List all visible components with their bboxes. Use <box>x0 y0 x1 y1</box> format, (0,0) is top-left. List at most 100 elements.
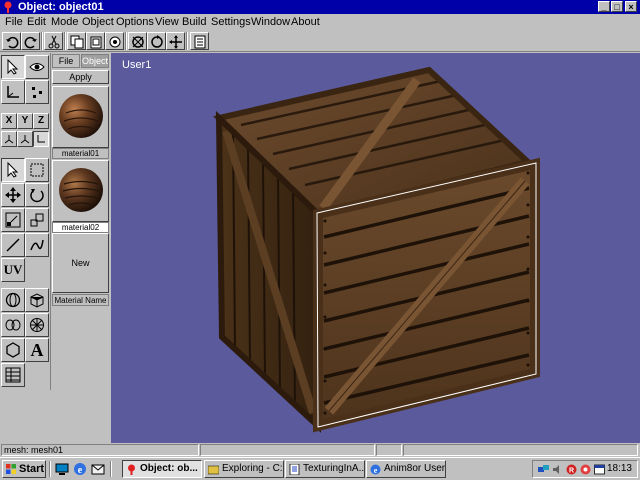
scheduler-tray-icon[interactable] <box>594 464 605 475</box>
status-cell-4 <box>403 444 638 456</box>
point-tool[interactable] <box>25 80 49 104</box>
volume-tray-icon[interactable] <box>552 464 563 475</box>
menu-about[interactable]: About <box>291 16 320 28</box>
coord-mode-1[interactable] <box>1 131 17 147</box>
menu-window[interactable]: Window <box>251 16 290 28</box>
task-anim8or-user[interactable]: e Anim8or User'... <box>366 460 446 478</box>
redo-icon <box>24 36 37 49</box>
arrow-icon <box>7 162 19 178</box>
tab-object[interactable]: Object <box>81 54 109 68</box>
tab-file[interactable]: File <box>52 54 80 68</box>
select-tool[interactable] <box>1 158 25 182</box>
nonuniform-scale-tool[interactable] <box>25 208 49 232</box>
ie-quicklaunch-icon[interactable]: e <box>73 462 87 476</box>
menu-mode[interactable]: Mode <box>51 16 79 28</box>
rotate-view-button[interactable] <box>147 32 166 50</box>
select-all-button[interactable] <box>128 32 147 50</box>
scale-tool[interactable] <box>1 208 25 232</box>
material-panel: File Object Apply material01 material02 … <box>50 53 110 390</box>
axis-tool[interactable] <box>1 80 25 104</box>
drag-select-tool[interactable] <box>25 158 49 182</box>
toolbar-separator <box>64 32 66 50</box>
axes-small-icon <box>20 135 30 144</box>
minimize-button[interactable]: _ <box>598 1 610 12</box>
coord-mode-3[interactable] <box>33 131 49 147</box>
menu-bar: File Edit Mode Object Options View Build… <box>0 14 640 30</box>
line-tool[interactable] <box>1 233 25 257</box>
cylinder-primitive-tool[interactable] <box>1 313 25 337</box>
antivirus-tray-icon[interactable]: R <box>566 464 577 475</box>
explorer-icon <box>208 465 219 475</box>
task-texturing[interactable]: TexturingInA... <box>285 460 365 478</box>
properties-button[interactable] <box>190 32 209 50</box>
task-exploring[interactable]: Exploring - C:... <box>204 460 284 478</box>
network-tray-icon[interactable] <box>538 464 549 475</box>
ie-page-icon: e <box>370 464 381 475</box>
z-axis-toggle[interactable]: Z <box>33 113 49 129</box>
torus-primitive-tool[interactable] <box>25 313 49 337</box>
view-tool[interactable] <box>25 55 49 79</box>
spline-tool[interactable] <box>25 233 49 257</box>
paste-button[interactable] <box>86 32 105 50</box>
title-bar: Object: object01 _ □ × <box>0 0 640 14</box>
clock: 18:13 <box>606 463 632 474</box>
move-tool[interactable] <box>1 183 25 207</box>
menu-build[interactable]: Build <box>182 16 206 28</box>
arrow-select-tool[interactable] <box>1 55 25 79</box>
scale-nonuniform-icon <box>30 213 44 227</box>
copy-button[interactable] <box>67 32 86 50</box>
status-bar: mesh: mesh01 <box>0 443 640 457</box>
menu-object[interactable]: Object <box>82 16 114 28</box>
menu-file[interactable]: File <box>5 16 23 28</box>
viewport[interactable]: User1 <box>111 53 640 443</box>
desktop-quicklaunch-icon[interactable] <box>55 462 69 476</box>
undo-button[interactable] <box>2 32 21 50</box>
redo-button[interactable] <box>21 32 40 50</box>
delete-button[interactable] <box>105 32 124 50</box>
text-primitive-tool[interactable]: A <box>25 338 49 362</box>
sphere-primitive-tool[interactable] <box>1 288 25 312</box>
rotate-tool[interactable] <box>25 183 49 207</box>
material-name-label-selected: material02 <box>52 222 109 233</box>
apply-button[interactable]: Apply <box>52 70 109 84</box>
app-tray-icon[interactable] <box>580 464 591 475</box>
new-material-button[interactable]: New <box>52 233 109 293</box>
cut-button[interactable] <box>44 32 63 50</box>
close-button[interactable]: × <box>625 1 637 12</box>
menu-settings[interactable]: Settings <box>211 16 251 28</box>
material-slot-1[interactable] <box>52 86 109 148</box>
task-object-label: Object: ob... <box>140 463 198 474</box>
status-cell-3 <box>376 444 402 456</box>
geosphere-icon <box>30 318 44 332</box>
sphere-icon <box>5 292 21 308</box>
y-axis-toggle[interactable]: Y <box>17 113 33 129</box>
paste-icon <box>90 36 102 49</box>
taskbar-separator <box>49 461 51 477</box>
polygon-primitive-tool[interactable] <box>1 338 25 362</box>
coord-mode-2[interactable] <box>17 131 33 147</box>
move-icon <box>5 187 21 203</box>
x-axis-toggle[interactable]: X <box>1 113 17 129</box>
wooden-crate-model[interactable] <box>111 53 640 443</box>
menu-view[interactable]: View <box>155 16 179 28</box>
status-cell-2 <box>200 444 375 456</box>
outlook-quicklaunch-icon[interactable] <box>91 462 105 476</box>
task-object[interactable]: Object: ob... <box>122 460 202 478</box>
menu-options[interactable]: Options <box>116 16 154 28</box>
task-texturing-label: TexturingInA... <box>303 463 365 474</box>
material-slot-2[interactable] <box>52 160 109 222</box>
grid-primitive-tool[interactable] <box>1 363 25 387</box>
scale-icon <box>5 212 21 228</box>
menu-edit[interactable]: Edit <box>27 16 46 28</box>
cube-primitive-tool[interactable] <box>25 288 49 312</box>
uv-label: UV <box>3 262 23 277</box>
uv-tool[interactable]: UV <box>1 258 25 282</box>
curve-icon <box>30 239 44 251</box>
properties-icon <box>194 35 206 49</box>
move-view-button[interactable] <box>166 32 185 50</box>
cylinder-icon <box>5 319 21 331</box>
maximize-button[interactable]: □ <box>611 1 623 12</box>
text-label: A <box>30 340 44 360</box>
start-button[interactable]: Start <box>2 460 46 478</box>
move-view-icon <box>169 35 182 49</box>
